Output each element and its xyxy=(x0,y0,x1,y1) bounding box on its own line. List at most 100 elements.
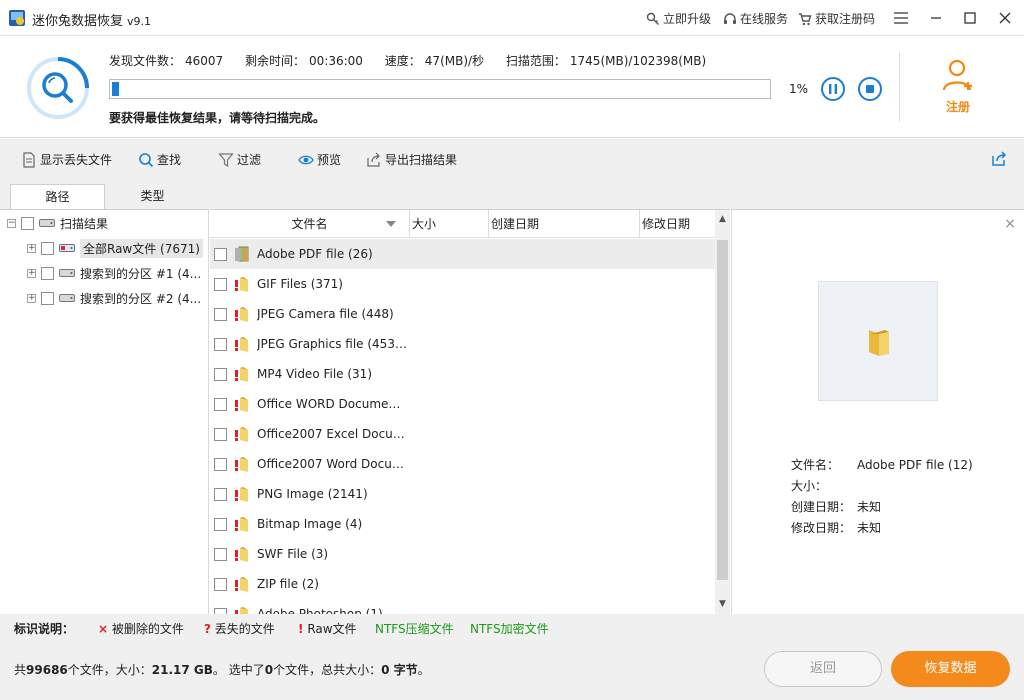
minimize-button[interactable] xyxy=(924,6,948,30)
export-scan-result-button[interactable]: 导出扫描结果 xyxy=(366,151,457,168)
scroll-thumb[interactable] xyxy=(717,240,728,580)
file-type-row[interactable]: SWF File (3) xyxy=(210,539,715,569)
row-checkbox[interactable] xyxy=(214,427,227,441)
share-button[interactable] xyxy=(991,151,1007,167)
file-type-row[interactable]: Bitmap Image (4) xyxy=(210,509,715,539)
file-type-row[interactable]: Adobe Photoshop (1) xyxy=(210,599,715,614)
hard-drive-icon xyxy=(39,219,55,227)
minimize-icon xyxy=(931,17,941,19)
file-type-row[interactable]: Adobe PDF file (26) xyxy=(210,239,715,269)
menu-button[interactable] xyxy=(889,6,913,30)
scroll-down-arrow-icon[interactable]: ▼ xyxy=(715,599,730,613)
column-header-modified[interactable]: 修改日期 xyxy=(640,210,715,238)
file-type-name: PNG Image (2141) xyxy=(257,487,368,501)
file-list-header: 文件名 大小 创建日期 修改日期 xyxy=(210,210,715,238)
view-tabs: 路径 类型 xyxy=(0,179,1024,209)
title-bar: 迷你兔数据恢复 v9.1 立即升级 在线服务 获取注册码 xyxy=(0,0,1024,36)
preview-thumbnail xyxy=(818,281,938,401)
expand-toggle[interactable]: + xyxy=(27,243,36,253)
preview-close-icon[interactable]: × xyxy=(1004,216,1016,232)
tree-item-checkbox[interactable] xyxy=(41,241,54,255)
file-type-row[interactable]: JPEG Camera file (448) xyxy=(210,299,715,329)
show-lost-files-label: 显示丢失文件 xyxy=(40,153,113,167)
row-checkbox[interactable] xyxy=(214,367,227,381)
file-type-row[interactable]: GIF Files (371) xyxy=(210,269,715,299)
file-type-row[interactable]: Office WORD Document (2) xyxy=(210,389,715,419)
headset-icon xyxy=(724,12,736,24)
tree-root-checkbox[interactable] xyxy=(21,216,34,230)
file-type-row[interactable]: MP4 Video File (31) xyxy=(210,359,715,389)
column-header-name[interactable]: 文件名 xyxy=(210,210,410,238)
find-button[interactable]: 查找 xyxy=(138,151,181,168)
stop-scan-button[interactable] xyxy=(858,77,882,101)
collapse-toggle[interactable]: − xyxy=(7,218,16,228)
scan-progress-fill xyxy=(112,82,119,96)
column-header-created[interactable]: 创建日期 xyxy=(489,210,640,238)
maximize-button[interactable] xyxy=(958,6,982,30)
row-checkbox[interactable] xyxy=(214,487,227,501)
tab-path[interactable]: 路径 xyxy=(10,184,105,209)
scan-range-label: 扫描范围： xyxy=(505,54,566,68)
file-type-row[interactable]: ZIP file (2) xyxy=(210,569,715,599)
file-type-name: JPEG Graphics file (4534) xyxy=(257,337,407,351)
preview-modified-value: 未知 xyxy=(857,521,882,535)
show-lost-files-button[interactable]: 显示丢失文件 xyxy=(21,151,112,168)
file-type-name: Adobe PDF file (26) xyxy=(257,247,373,261)
preview-modified-label: 修改日期： xyxy=(791,521,852,535)
file-list-scrollbar[interactable]: ▲ ▼ xyxy=(715,210,730,614)
row-checkbox[interactable] xyxy=(214,277,227,291)
column-header-size[interactable]: 大小 xyxy=(410,210,489,238)
tab-type[interactable]: 类型 xyxy=(105,184,200,209)
tree-item-partition-1[interactable]: + 搜索到的分区 #1 (4... xyxy=(27,263,201,283)
row-checkbox[interactable] xyxy=(214,457,227,471)
raw-folder-icon xyxy=(235,577,248,592)
remaining-time-label: 剩余时间： xyxy=(245,54,306,68)
file-type-name: Office2007 Word Docum... xyxy=(257,457,407,471)
funnel-icon xyxy=(218,152,234,167)
tree-root[interactable]: − 扫描结果 xyxy=(7,213,108,233)
row-checkbox[interactable] xyxy=(214,577,227,591)
preview-button[interactable]: 预览 xyxy=(298,151,341,168)
folder-icon xyxy=(869,330,889,356)
row-checkbox[interactable] xyxy=(214,247,227,261)
register-button[interactable]: 注册 xyxy=(935,57,981,115)
file-type-row[interactable]: PNG Image (2141) xyxy=(210,479,715,509)
file-type-name: Bitmap Image (4) xyxy=(257,517,363,531)
tree-item-partition-2[interactable]: + 搜索到的分区 #2 (4... xyxy=(27,288,201,308)
lost-mark-icon: ? xyxy=(204,622,211,636)
app-logo-icon xyxy=(9,10,25,26)
tree-item-raw-files[interactable]: + 全部Raw文件 (7671) xyxy=(27,238,203,258)
expand-toggle[interactable]: + xyxy=(27,293,36,303)
row-checkbox[interactable] xyxy=(214,397,227,411)
filter-button[interactable]: 过滤 xyxy=(218,151,261,168)
back-button[interactable]: 返回 xyxy=(764,651,882,687)
raw-folder-icon xyxy=(235,307,248,322)
tree-item-checkbox[interactable] xyxy=(41,266,54,280)
key-icon xyxy=(646,12,659,25)
file-type-row[interactable]: Office2007 Excel Docum... xyxy=(210,419,715,449)
file-type-row[interactable]: Office2007 Word Docum... xyxy=(210,449,715,479)
preview-created-value: 未知 xyxy=(857,500,882,514)
scroll-up-arrow-icon[interactable]: ▲ xyxy=(715,214,730,228)
online-service-link[interactable]: 在线服务 xyxy=(723,10,788,27)
remaining-time-value: 00:36:00 xyxy=(309,54,363,68)
upgrade-link[interactable]: 立即升级 xyxy=(646,10,711,27)
recover-data-button[interactable]: 恢复数据 xyxy=(891,651,1010,687)
selected-size: 0 字节 xyxy=(381,663,418,677)
file-type-row[interactable]: JPEG Graphics file (4534) xyxy=(210,329,715,359)
selection-summary: 共99686个文件，大小：21.17 GB。 选中了0个文件，总共大小：0 字节… xyxy=(14,661,430,678)
row-checkbox[interactable] xyxy=(214,517,227,531)
file-type-name: Office2007 Excel Docum... xyxy=(257,427,407,441)
raw-mark-icon: ! xyxy=(298,622,304,636)
pause-scan-button[interactable] xyxy=(821,77,845,101)
row-checkbox[interactable] xyxy=(214,547,227,561)
search-icon xyxy=(139,152,154,167)
found-files-label: 发现文件数： xyxy=(109,54,182,68)
tree-item-checkbox[interactable] xyxy=(41,291,54,305)
get-register-code-link[interactable]: 获取注册码 xyxy=(798,10,875,27)
row-checkbox[interactable] xyxy=(214,337,227,351)
row-checkbox[interactable] xyxy=(214,307,227,321)
raw-folder-icon xyxy=(235,517,248,532)
expand-toggle[interactable]: + xyxy=(27,268,36,278)
close-button[interactable] xyxy=(993,6,1017,30)
